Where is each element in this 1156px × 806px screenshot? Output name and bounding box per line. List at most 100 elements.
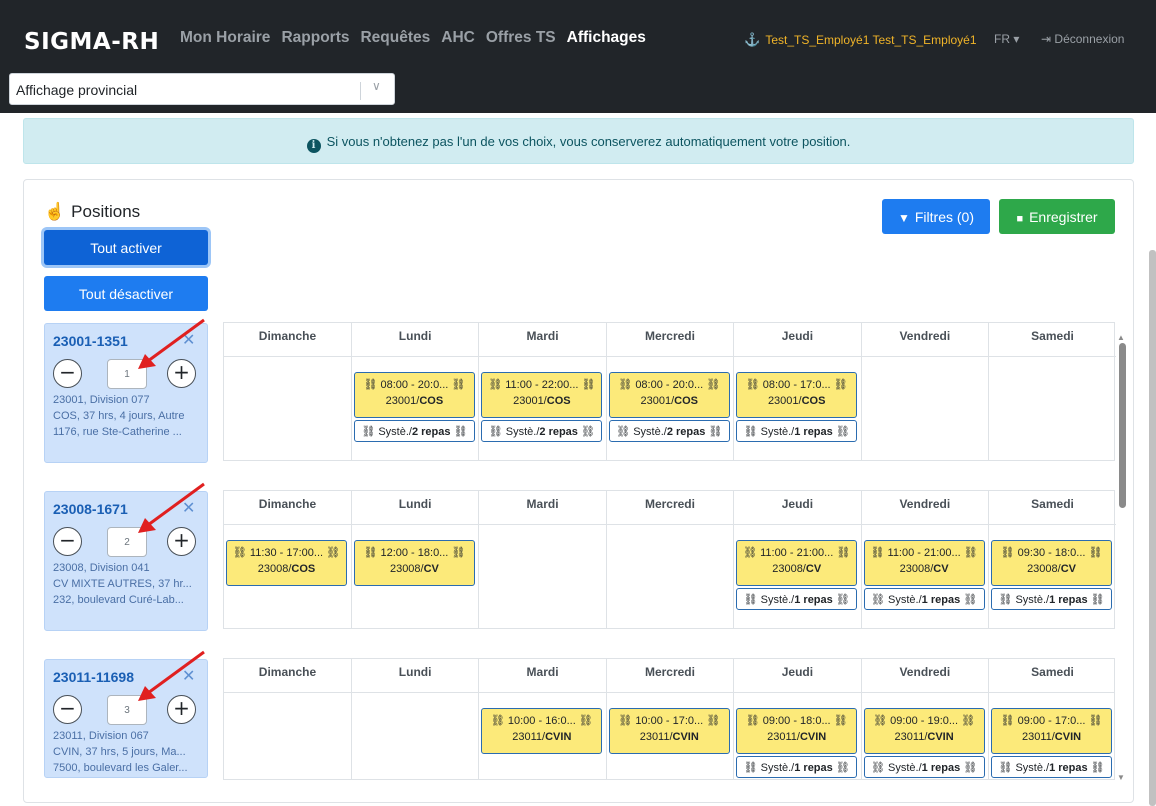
link-icon[interactable]: ⛓ [618, 715, 632, 727]
link-icon[interactable]: ⛓ [706, 379, 720, 391]
link-icon[interactable]: ⛓ [616, 426, 630, 438]
shift-card[interactable]: ⛓ 12:00 - 18:0... ⛓ 23008/CV [353, 539, 475, 586]
menu-item-rapports[interactable]: Rapports [281, 29, 349, 47]
link-icon[interactable]: ⛓ [836, 594, 850, 606]
link-icon[interactable]: ⛓ [1089, 547, 1103, 559]
link-icon[interactable]: ⛓ [581, 426, 595, 438]
link-icon[interactable]: ⛓ [488, 379, 502, 391]
menu-item-mon-horaire[interactable]: Mon Horaire [180, 29, 270, 47]
link-icon[interactable]: ⛓ [618, 379, 632, 391]
link-icon[interactable]: ⛓ [1001, 547, 1015, 559]
shift-card[interactable]: ⛓ 09:30 - 18:0... ⛓ 23008/CV [991, 539, 1113, 586]
meal-system-card[interactable]: ⛓ Systè./1 repas ⛓ [736, 419, 858, 442]
user-menu[interactable]: ⚓ Test_TS_Employé1 Test_TS_Employé1 [744, 32, 977, 48]
link-icon[interactable]: ⛓ [871, 594, 885, 606]
link-icon[interactable]: ⛓ [834, 379, 848, 391]
schedules-scrollbar[interactable]: ▲ ▼ [1115, 333, 1129, 783]
chevron-down-icon[interactable]: ∨ [372, 79, 381, 93]
meal-system-card[interactable]: ⛓ Systè./1 repas ⛓ [736, 755, 858, 778]
link-icon[interactable]: ⛓ [454, 426, 468, 438]
link-icon[interactable]: ⛓ [836, 762, 850, 774]
meal-system-card[interactable]: ⛓ Systè./2 repas ⛓ [353, 419, 475, 442]
link-icon[interactable]: ⛓ [582, 379, 596, 391]
link-icon[interactable]: ⛓ [489, 426, 503, 438]
meal-system-card[interactable]: ⛓ Systè./1 repas ⛓ [736, 587, 858, 610]
link-icon[interactable]: ⛓ [451, 547, 465, 559]
app-logo[interactable]: SIGMA-RH [24, 29, 159, 55]
save-button[interactable]: ■ Enregistrer [999, 199, 1115, 234]
shift-card[interactable]: ⛓ 09:00 - 17:0... ⛓ 23011/CVIN [991, 707, 1113, 754]
schedule-table: Dimanche Lundi Mardi Mercredi Jeudi Vendredi S… [223, 322, 1116, 461]
filters-button[interactable]: ▼ Filtres (0) [882, 199, 990, 234]
link-icon[interactable]: ⛓ [1089, 715, 1103, 727]
schedule-grid: Dimanche Lundi Mardi Mercredi Jeudi Vendredi S… [224, 491, 1116, 629]
shift-card[interactable]: ⛓ 08:00 - 20:0... ⛓ 23001/COS [608, 371, 730, 418]
meal-system-card[interactable]: ⛓ Systè./2 repas ⛓ [608, 419, 730, 442]
decrement-button[interactable]: − [53, 527, 82, 556]
link-icon[interactable]: ⛓ [361, 426, 375, 438]
link-icon[interactable]: ⛓ [963, 762, 977, 774]
meal-system-card[interactable]: ⛓ Systè./1 repas ⛓ [863, 587, 985, 610]
posting-select[interactable]: Affichage provincial ∨ [9, 73, 395, 105]
scrollbar-thumb[interactable] [1119, 343, 1126, 508]
link-icon[interactable]: ⛓ [870, 547, 884, 559]
menu-item-affichages[interactable]: Affichages [567, 29, 646, 47]
link-icon[interactable]: ⛓ [961, 715, 975, 727]
scroll-up-icon[interactable]: ▲ [1117, 333, 1125, 342]
language-dropdown[interactable]: FR ▾ [994, 32, 1019, 46]
link-icon[interactable]: ⛓ [363, 379, 377, 391]
day-header: Dimanche [224, 491, 352, 525]
link-icon[interactable]: ⛓ [964, 547, 978, 559]
link-icon[interactable]: ⛓ [706, 715, 720, 727]
link-icon[interactable]: ⛓ [998, 762, 1012, 774]
link-icon[interactable]: ⛓ [871, 762, 885, 774]
link-icon[interactable]: ⛓ [1001, 715, 1015, 727]
shift-card[interactable]: ⛓ 11:00 - 21:00... ⛓ 23008/CV [863, 539, 985, 586]
link-icon[interactable]: ⛓ [744, 762, 758, 774]
shift-card[interactable]: ⛓ 11:00 - 21:00... ⛓ 23008/CV [736, 539, 858, 586]
shift-card[interactable]: ⛓ 11:00 - 22:00... ⛓ 23001/COS [481, 371, 603, 418]
menu-item-ahc[interactable]: AHC [441, 29, 475, 47]
link-icon[interactable]: ⛓ [836, 547, 850, 559]
deactivate-all-button[interactable]: Tout désactiver [44, 276, 208, 311]
link-icon[interactable]: ⛓ [873, 715, 887, 727]
meal-system-card[interactable]: ⛓ Systè./1 repas ⛓ [991, 587, 1113, 610]
link-icon[interactable]: ⛓ [998, 594, 1012, 606]
link-icon[interactable]: ⛓ [708, 426, 722, 438]
link-icon[interactable]: ⛓ [834, 715, 848, 727]
link-icon[interactable]: ⛓ [746, 715, 760, 727]
link-icon[interactable]: ⛓ [233, 547, 247, 559]
link-icon[interactable]: ⛓ [963, 594, 977, 606]
meal-system-card[interactable]: ⛓ Systè./2 repas ⛓ [481, 419, 603, 442]
link-icon[interactable]: ⛓ [451, 379, 465, 391]
scroll-down-icon[interactable]: ▼ [1117, 773, 1125, 782]
link-icon[interactable]: ⛓ [744, 594, 758, 606]
meal-system-card[interactable]: ⛓ Systè./1 repas ⛓ [991, 755, 1113, 778]
link-icon[interactable]: ⛓ [836, 426, 850, 438]
link-icon[interactable]: ⛓ [1091, 594, 1105, 606]
shift-card[interactable]: ⛓ 09:00 - 18:0... ⛓ 23011/CVIN [736, 707, 858, 754]
shift-card[interactable]: ⛓ 09:00 - 19:0... ⛓ 23011/CVIN [863, 707, 985, 754]
logout-link[interactable]: ⇥ Déconnexion [1041, 32, 1124, 46]
link-icon[interactable]: ⛓ [326, 547, 340, 559]
nav-row: SIGMA-RH Mon Horaire Rapports Requêtes A… [0, 0, 1156, 70]
link-icon[interactable]: ⛓ [744, 426, 758, 438]
shift-card[interactable]: ⛓ 08:00 - 20:0... ⛓ 23001/COS [353, 371, 475, 418]
link-icon[interactable]: ⛓ [363, 547, 377, 559]
shift-card[interactable]: ⛓ 10:00 - 17:0... ⛓ 23011/CVIN [608, 707, 730, 754]
page-scrollbar[interactable] [1149, 250, 1156, 806]
decrement-button[interactable]: − [53, 359, 82, 388]
link-icon[interactable]: ⛓ [1091, 762, 1105, 774]
meal-system-card[interactable]: ⛓ Systè./1 repas ⛓ [863, 755, 985, 778]
link-icon[interactable]: ⛓ [491, 715, 505, 727]
shift-card[interactable]: ⛓ 11:30 - 17:00... ⛓ 23008/COS [226, 539, 347, 586]
menu-item-offres-ts[interactable]: Offres TS [486, 29, 556, 47]
shift-card[interactable]: ⛓ 10:00 - 16:0... ⛓ 23011/CVIN [481, 707, 603, 754]
activate-all-button[interactable]: Tout activer [44, 230, 208, 265]
link-icon[interactable]: ⛓ [743, 547, 757, 559]
decrement-button[interactable]: − [53, 695, 82, 724]
shift-card[interactable]: ⛓ 08:00 - 17:0... ⛓ 23001/COS [736, 371, 858, 418]
link-icon[interactable]: ⛓ [579, 715, 593, 727]
menu-item-requetes[interactable]: Requêtes [360, 29, 430, 47]
link-icon[interactable]: ⛓ [746, 379, 760, 391]
